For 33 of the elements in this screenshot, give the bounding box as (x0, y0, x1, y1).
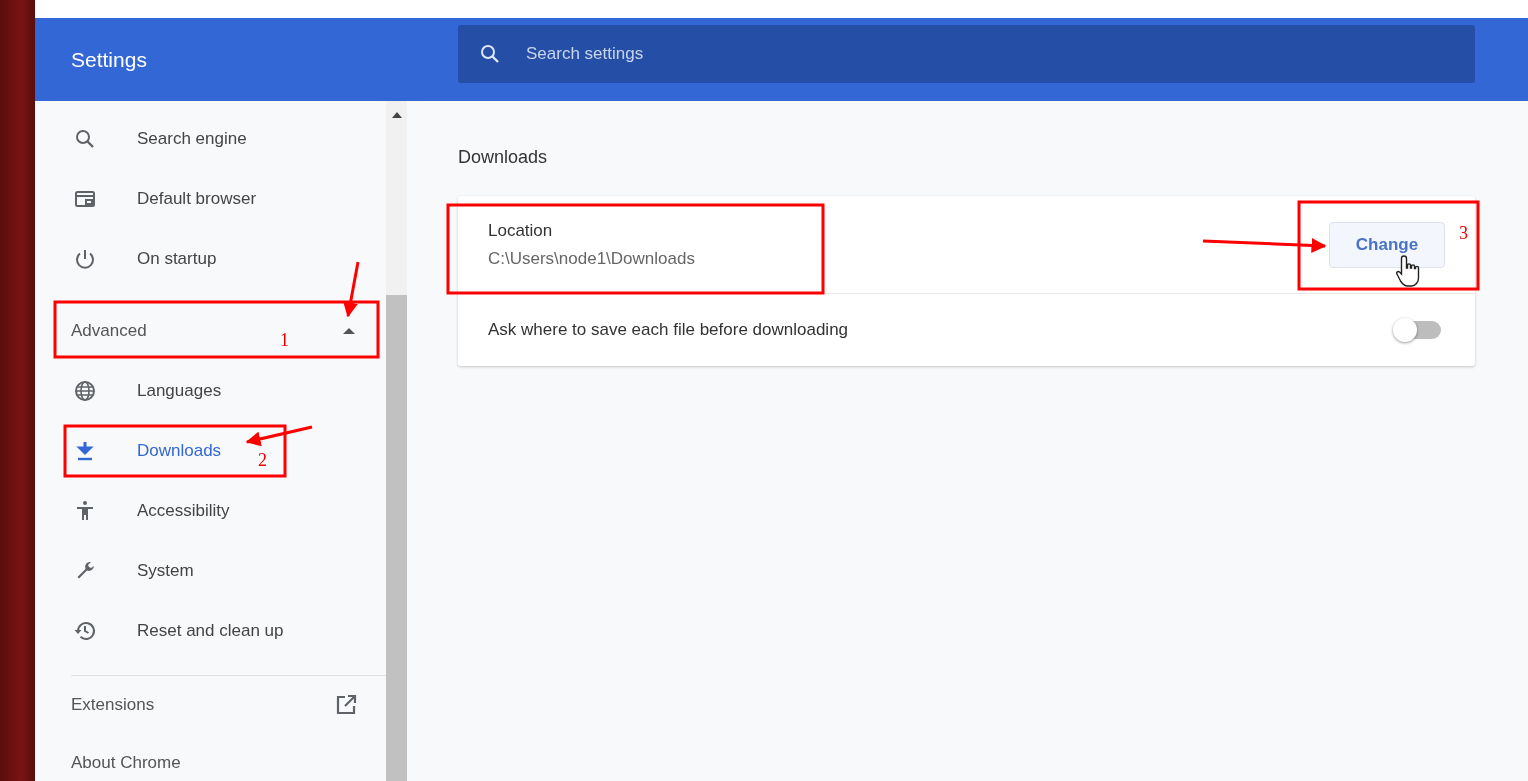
globe-icon (73, 379, 97, 403)
sidebar-item[interactable]: System (35, 541, 198, 601)
sidebar-link[interactable]: Extensions (35, 676, 386, 734)
restore-icon (73, 619, 97, 643)
search-field[interactable]: Search settings (458, 24, 1475, 83)
location-path: C:\Users\node1\Downloads (488, 248, 695, 269)
sidebar-item[interactable]: Accessibility (35, 481, 234, 541)
caret-icon[interactable] (342, 326, 356, 336)
toggle-label: Ask where to save each file before downloading (488, 320, 849, 340)
change-button[interactable]: Change (1329, 221, 1445, 268)
scroll-up-icon[interactable] (391, 111, 402, 119)
sidebar-item[interactable]: Languages (35, 361, 226, 421)
location-label: Location (488, 220, 554, 241)
sidebar-item[interactable]: Reset and clean up (35, 601, 288, 661)
page-title: Settings (71, 47, 147, 71)
scrollbar-thumb[interactable] (386, 295, 407, 781)
sidebar-item[interactable]: Default browser (35, 169, 261, 229)
annotation-number: 2 (258, 450, 267, 471)
power-icon (73, 247, 97, 271)
advanced-toggle[interactable]: Advanced (71, 321, 147, 341)
annotation-arrow (343, 261, 360, 318)
annotation-number: 1 (280, 330, 289, 351)
scrollbar[interactable] (386, 101, 407, 781)
sidebar-link[interactable]: About Chrome (35, 734, 386, 781)
section-title: Downloads (458, 147, 549, 168)
sidebar-item[interactable]: Search engine (35, 109, 251, 169)
sidebar-item[interactable]: Downloads (35, 421, 226, 481)
hand-cursor-icon (1396, 254, 1422, 288)
toggle-switch[interactable] (1395, 321, 1441, 339)
annotation-arrow (245, 425, 313, 447)
external-link-icon (334, 693, 358, 717)
annotation-number: 3 (1459, 223, 1468, 244)
sidebar-item[interactable]: On startup (35, 229, 221, 289)
